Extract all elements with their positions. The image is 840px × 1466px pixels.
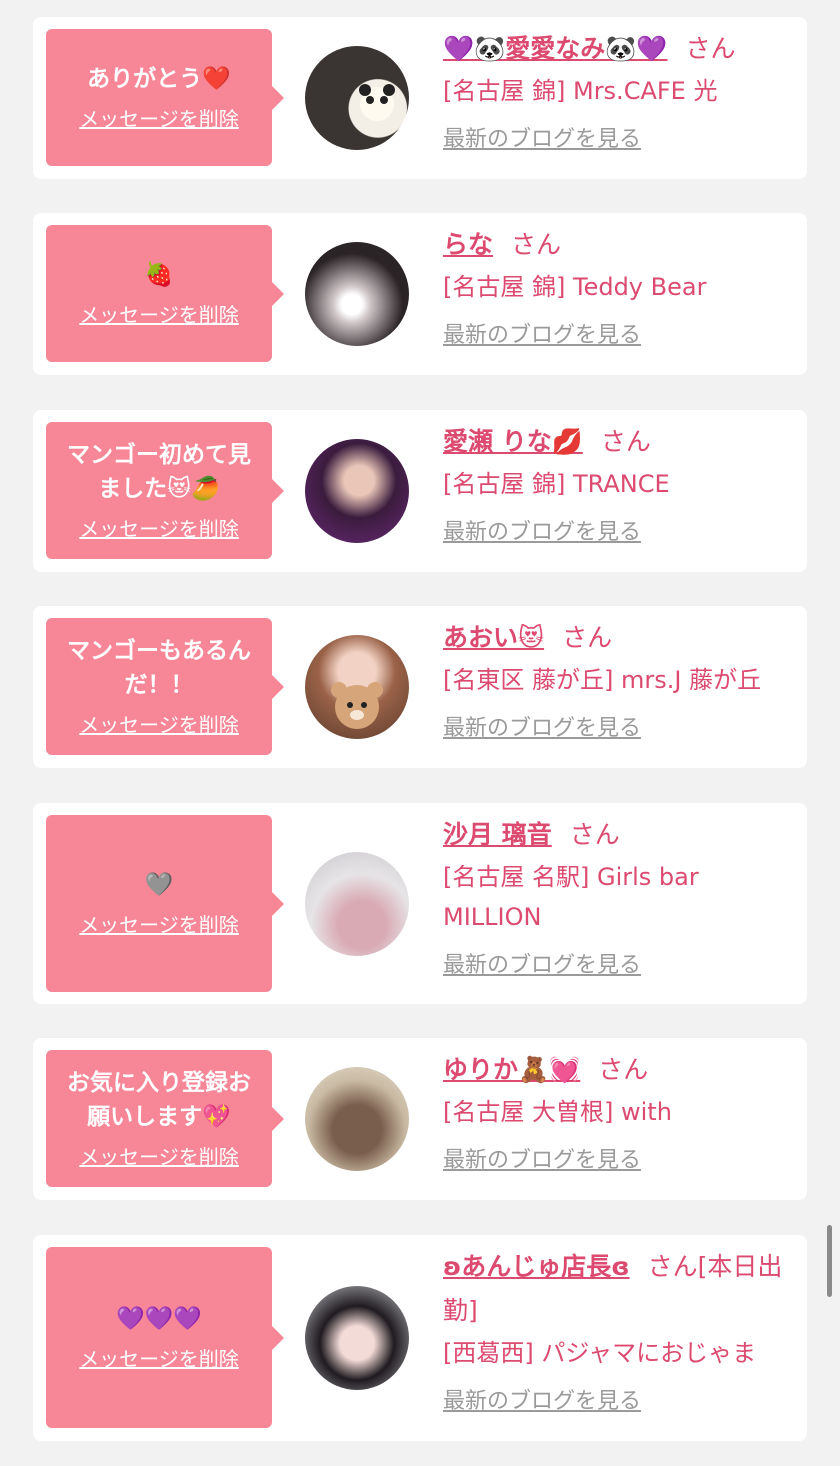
profile-name-link[interactable]: ゆりか🧸💓 [443, 1055, 580, 1084]
avatar[interactable] [305, 1067, 409, 1171]
message-text: ありがとう❤️ [87, 65, 231, 92]
profile-name-link[interactable]: ʚあんじゅ店長ɞ [443, 1252, 630, 1281]
profile-info: ゆりか🧸💓 さん [名古屋 大曽根] with 最新のブログを見る [443, 1048, 793, 1174]
bear-sticker-icon [331, 682, 383, 729]
profile-info: ʚあんじゅ店長ɞ さん[本日出勤] [西葛西] パジャマにおじゃま 最新のブログを… [443, 1245, 793, 1415]
favorite-card: マンゴーもあるんだ！！ メッセージを削除 あおい😻 さん [名東区 藤が丘] mr… [33, 606, 807, 768]
favorite-card: お気に入り登録お願いします💖 メッセージを削除 ゆりか🧸💓 さん [名古屋 大曽根… [33, 1038, 807, 1200]
favorite-card: 🩶 メッセージを削除 沙月 璃音 さん [名古屋 名駅] Girls bar MI… [33, 803, 807, 1004]
message-text: 💜💜💜 [116, 1305, 202, 1332]
latest-blog-link[interactable]: 最新のブログを見る [443, 710, 641, 742]
favorite-card: マンゴー初めて見ました😻🥭 メッセージを削除 愛瀬 りな💋 さん [名古屋 錦] … [33, 410, 807, 572]
latest-blog-link[interactable]: 最新のブログを見る [443, 1142, 641, 1174]
honorific: さん [569, 820, 620, 849]
profile-info: らな さん [名古屋 錦] Teddy Bear 最新のブログを見る [443, 223, 793, 349]
profile-name-link[interactable]: 沙月 璃音 [443, 820, 552, 849]
message-text: 🍓 [144, 261, 174, 288]
favorite-card: 💜💜💜 メッセージを削除 ʚあんじゅ店長ɞ さん[本日出勤] [西葛西] パジャマ… [33, 1235, 807, 1441]
honorific: さん [685, 34, 736, 63]
message-bubble: お気に入り登録お願いします💖 メッセージを削除 [46, 1050, 284, 1187]
message-bubble: 🩶 メッセージを削除 [46, 815, 284, 992]
shop-label: [名古屋 名駅] Girls bar MILLION [443, 863, 699, 931]
shop-label: [西葛西] パジャマにおじゃま [443, 1339, 757, 1367]
latest-blog-link[interactable]: 最新のブログを見る [443, 121, 641, 153]
favorite-card: ありがとう❤️ メッセージを削除 💜🐼愛愛なみ🐼💜 さん [名古屋 錦] Mrs.… [33, 17, 807, 179]
avatar[interactable] [305, 1286, 409, 1390]
message-text: マンゴー初めて見ました😻🥭 [67, 441, 251, 502]
avatar[interactable] [305, 852, 409, 956]
profile-info: 愛瀬 りな💋 さん [名古屋 錦] TRANCE 最新のブログを見る [443, 420, 793, 546]
delete-message-link[interactable]: メッセージを削除 [79, 712, 239, 738]
scrollbar[interactable] [827, 1225, 832, 1297]
message-text: マンゴーもあるんだ！！ [67, 637, 251, 698]
message-text: 🩶 [144, 871, 174, 898]
delete-message-link[interactable]: メッセージを削除 [79, 912, 239, 938]
shop-label: [名古屋 錦] Teddy Bear [443, 273, 707, 301]
delete-message-link[interactable]: メッセージを削除 [79, 106, 239, 132]
latest-blog-link[interactable]: 最新のブログを見る [443, 317, 641, 349]
delete-message-link[interactable]: メッセージを削除 [79, 1346, 239, 1372]
delete-message-link[interactable]: メッセージを削除 [79, 1144, 239, 1170]
avatar[interactable] [305, 635, 409, 739]
avatar[interactable] [305, 439, 409, 543]
message-bubble: 🍓 メッセージを削除 [46, 225, 284, 362]
shop-label: [名東区 藤が丘] mrs.J 藤が丘 [443, 666, 762, 694]
profile-info: 沙月 璃音 さん [名古屋 名駅] Girls bar MILLION 最新のブロ… [443, 813, 793, 979]
latest-blog-link[interactable]: 最新のブログを見る [443, 947, 641, 979]
shop-label: [名古屋 大曽根] with [443, 1098, 672, 1126]
latest-blog-link[interactable]: 最新のブログを見る [443, 514, 641, 546]
message-bubble: ありがとう❤️ メッセージを削除 [46, 29, 284, 166]
avatar[interactable] [305, 46, 409, 150]
honorific: さん [598, 1055, 649, 1084]
avatar[interactable] [305, 242, 409, 346]
honorific: さん [600, 427, 651, 456]
message-text: お気に入り登録お願いします💖 [67, 1069, 251, 1130]
profile-info: あおい😻 さん [名東区 藤が丘] mrs.J 藤が丘 最新のブログを見る [443, 616, 793, 742]
profile-name-link[interactable]: らな [443, 230, 493, 259]
delete-message-link[interactable]: メッセージを削除 [79, 302, 239, 328]
message-bubble: マンゴー初めて見ました😻🥭 メッセージを削除 [46, 422, 284, 559]
latest-blog-link[interactable]: 最新のブログを見る [443, 1383, 641, 1415]
profile-info: 💜🐼愛愛なみ🐼💜 さん [名古屋 錦] Mrs.CAFE 光 最新のブログを見る [443, 27, 793, 153]
profile-name-link[interactable]: 💜🐼愛愛なみ🐼💜 [443, 34, 668, 63]
delete-message-link[interactable]: メッセージを削除 [79, 516, 239, 542]
panda-sticker-icon [359, 84, 395, 121]
message-bubble: マンゴーもあるんだ！！ メッセージを削除 [46, 618, 284, 755]
honorific: さん [562, 623, 613, 652]
message-bubble: 💜💜💜 メッセージを削除 [46, 1247, 284, 1428]
shop-label: [名古屋 錦] Mrs.CAFE 光 [443, 77, 718, 105]
shop-label: [名古屋 錦] TRANCE [443, 470, 670, 498]
favorite-card: 🍓 メッセージを削除 らな さん [名古屋 錦] Teddy Bear 最新のブロ… [33, 213, 807, 375]
profile-name-link[interactable]: 愛瀬 りな💋 [443, 427, 583, 456]
profile-name-link[interactable]: あおい😻 [443, 623, 544, 652]
honorific: さん [511, 230, 562, 259]
